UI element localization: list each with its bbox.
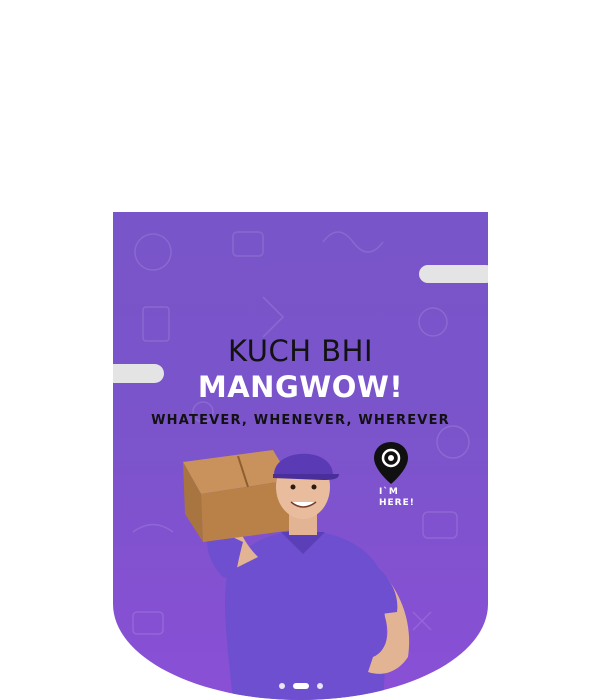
brand-name: MANGWOW! [197,370,404,404]
carousel-dot-2[interactable] [292,683,309,689]
tagline: WHATEVER, WHENEVER, WHEREVER [151,413,450,428]
carousel-dot-3[interactable] [316,683,323,689]
page: KUCH BHI MANGWOW! WHATEVER, WHENEVER, WH… [0,0,602,700]
decorative-pill-right [419,265,488,283]
carousel-dots [113,683,488,689]
carousel-dot-1[interactable] [278,683,285,689]
delivery-person-image [183,450,410,700]
promo-banner[interactable]: KUCH BHI MANGWOW! WHATEVER, WHENEVER, WH… [113,212,488,700]
headline: KUCH BHI [228,334,373,368]
